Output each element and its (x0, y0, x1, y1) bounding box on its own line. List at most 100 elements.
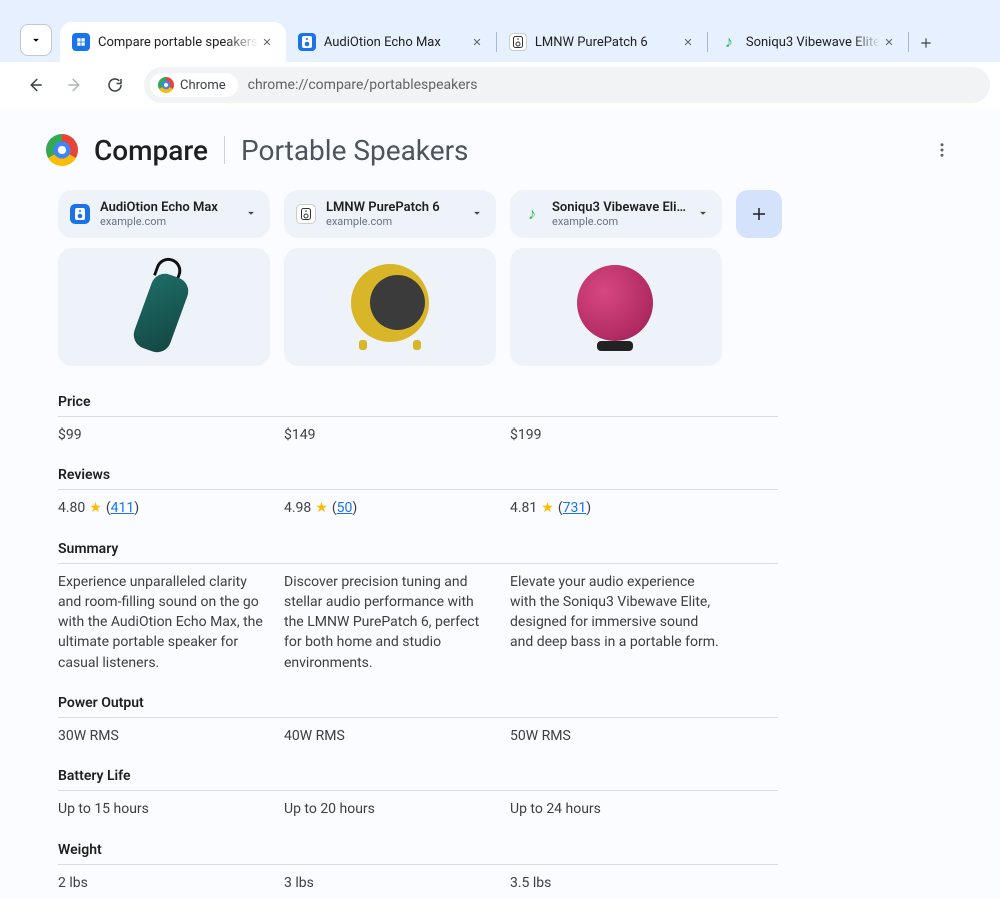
speaker-outline-icon (509, 33, 527, 51)
chrome-icon (158, 77, 174, 93)
tab-title: AudiOtion Echo Max (324, 35, 468, 50)
section-label: Weight (58, 842, 778, 865)
add-product-button[interactable] (736, 190, 782, 238)
section-battery: Battery Life Up to 15 hours Up to 20 hou… (58, 768, 960, 819)
product-card-1: AudiOtion Echo Max example.com (58, 190, 270, 366)
tab-compare[interactable]: Compare portable speakers (60, 22, 286, 62)
review-value: 4.80 ★ (411) (58, 498, 270, 518)
product-domain: example.com (552, 215, 686, 228)
product-card-header[interactable]: ♪ Soniqu3 Vibewave Elite example.com (510, 190, 722, 238)
reload-button[interactable] (98, 68, 132, 102)
tab-title: Soniqu3 Vibewave Elite (746, 35, 880, 50)
close-icon (683, 37, 693, 47)
speaker-icon (70, 204, 90, 224)
review-count-link[interactable]: 731 (563, 500, 587, 516)
product-image (58, 248, 270, 366)
product-card-header[interactable]: AudiOtion Echo Max example.com (58, 190, 270, 238)
price-value: $199 (510, 425, 722, 445)
product-menu-button[interactable] (470, 205, 484, 224)
forward-button[interactable] (58, 68, 92, 102)
weight-value: 3 lbs (284, 873, 496, 893)
close-icon (262, 37, 272, 47)
tab-search-button[interactable] (20, 24, 52, 56)
chevron-down-icon (29, 33, 43, 47)
price-value: $149 (284, 425, 496, 445)
omnibox-chip[interactable]: Chrome (150, 73, 238, 97)
tab-close-button[interactable] (679, 33, 697, 51)
arrow-left-icon (26, 76, 44, 94)
tab-title: Compare portable speakers (98, 35, 258, 50)
more-options-button[interactable] (924, 132, 960, 168)
battery-value: Up to 24 hours (510, 799, 722, 819)
weight-value: 3.5 lbs (510, 873, 722, 893)
product-card-header[interactable]: LMNW PurePatch 6 example.com (284, 190, 496, 238)
address-bar[interactable]: Chrome chrome://compare/portablespeakers (144, 67, 990, 103)
browser-tabstrip: Compare portable speakers AudiOtion Echo… (0, 0, 1000, 62)
review-value: 4.98 ★ (50) (284, 498, 496, 518)
music-note-icon: ♪ (720, 33, 738, 51)
tab-close-button[interactable] (258, 33, 276, 51)
more-vert-icon (933, 141, 951, 159)
product-name: LMNW PurePatch 6 (326, 200, 460, 215)
back-button[interactable] (18, 68, 52, 102)
section-label: Reviews (58, 467, 778, 490)
section-label: Power Output (58, 695, 778, 718)
section-summary: Summary Experience unparalleled clarity … (58, 541, 960, 673)
tab-separator (908, 32, 909, 52)
chevron-down-icon (470, 206, 484, 220)
tab-close-button[interactable] (880, 33, 898, 51)
section-price: Price $99 $149 $199 (58, 394, 960, 445)
product-image (284, 248, 496, 366)
product-name: AudiOtion Echo Max (100, 200, 234, 215)
page-header: Compare Portable Speakers (0, 132, 1000, 190)
reload-icon (106, 76, 124, 94)
close-icon (472, 37, 482, 47)
page-content: Compare Portable Speakers AudiOtion Echo… (0, 108, 1000, 899)
section-reviews: Reviews 4.80 ★ (411) 4.98 ★ (50) 4.81 ★ … (58, 467, 960, 518)
header-separator (224, 136, 225, 164)
power-value: 50W RMS (510, 726, 722, 746)
section-label: Price (58, 394, 778, 417)
review-count-link[interactable]: 50 (337, 500, 353, 516)
section-label: Battery Life (58, 768, 778, 791)
rating: 4.80 (58, 498, 85, 518)
chevron-down-icon (244, 206, 258, 220)
review-value: 4.81 ★ (731) (510, 498, 722, 518)
product-menu-button[interactable] (244, 205, 258, 224)
comparison-table: Price $99 $149 $199 Reviews 4.80 ★ (411)… (0, 374, 1000, 899)
chevron-down-icon (696, 206, 710, 220)
product-card-3: ♪ Soniqu3 Vibewave Elite example.com (510, 190, 722, 366)
page-title: Compare (94, 134, 208, 167)
battery-value: Up to 20 hours (284, 799, 496, 819)
tab-close-button[interactable] (468, 33, 486, 51)
product-menu-button[interactable] (696, 205, 710, 224)
tab-title: LMNW PurePatch 6 (535, 35, 679, 50)
section-label: Summary (58, 541, 778, 564)
section-power: Power Output 30W RMS 40W RMS 50W RMS (58, 695, 960, 746)
plus-icon (919, 36, 933, 50)
review-count-link[interactable]: 411 (111, 500, 135, 516)
chip-label: Chrome (180, 78, 226, 93)
tab-product-1[interactable]: AudiOtion Echo Max (286, 22, 496, 62)
product-domain: example.com (100, 215, 234, 228)
new-tab-button[interactable] (911, 28, 941, 58)
browser-toolbar: Chrome chrome://compare/portablespeakers (0, 62, 1000, 108)
rating: 4.98 (284, 498, 311, 518)
battery-value: Up to 15 hours (58, 799, 270, 819)
tab-product-2[interactable]: LMNW PurePatch 6 (497, 22, 707, 62)
product-domain: example.com (326, 215, 460, 228)
compare-icon (72, 33, 90, 51)
power-value: 40W RMS (284, 726, 496, 746)
summary-text: Elevate your audio experience with the S… (510, 572, 722, 673)
product-name: Soniqu3 Vibewave Elite (552, 200, 686, 215)
tab-product-3[interactable]: ♪ Soniqu3 Vibewave Elite (708, 22, 908, 62)
weight-value: 2 lbs (58, 873, 270, 893)
summary-text: Discover precision tuning and stellar au… (284, 572, 496, 673)
close-icon (884, 37, 894, 47)
star-icon: ★ (541, 498, 554, 518)
arrow-right-icon (66, 76, 84, 94)
page-subtitle: Portable Speakers (241, 134, 468, 167)
power-value: 30W RMS (58, 726, 270, 746)
music-note-icon: ♪ (522, 204, 542, 224)
rating: 4.81 (510, 498, 537, 518)
